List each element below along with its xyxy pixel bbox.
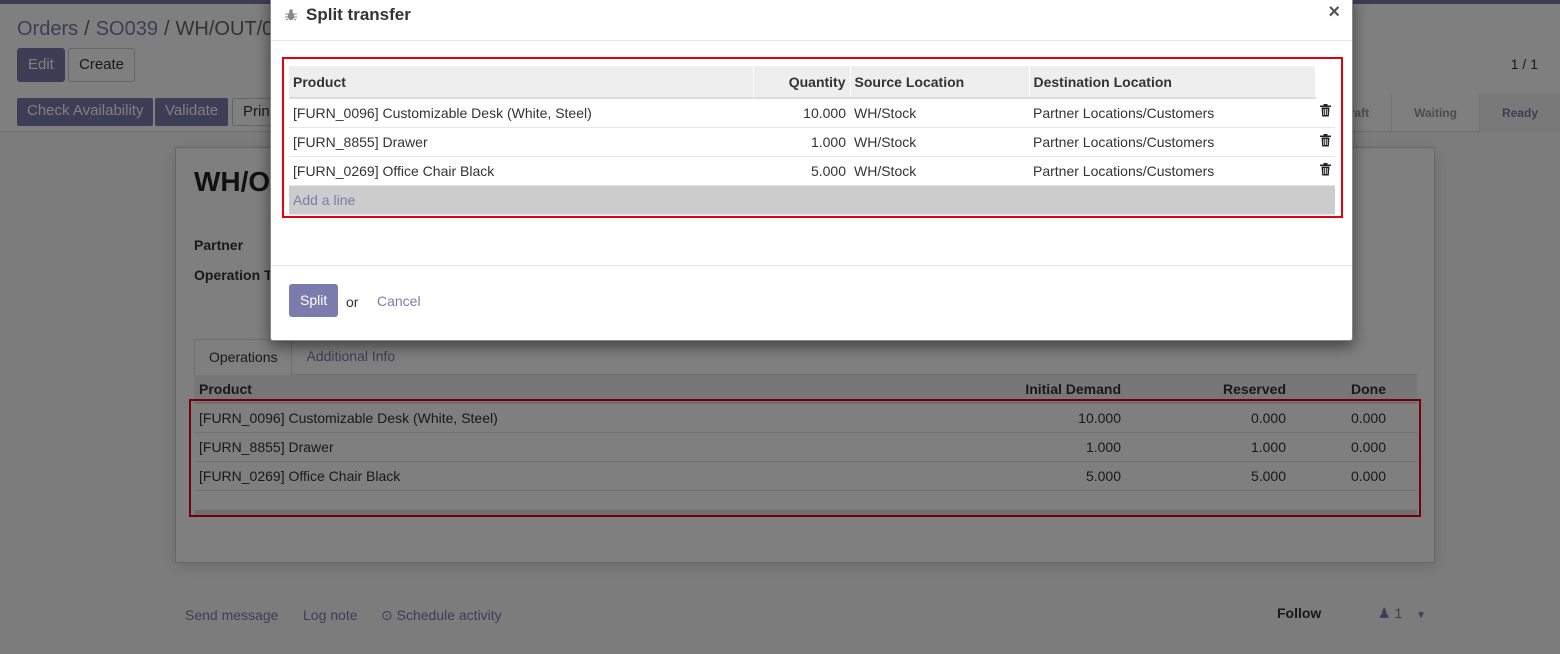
close-icon[interactable]: × bbox=[1328, 1, 1340, 24]
or-text: or bbox=[346, 294, 359, 310]
dialog-footer: Split or Cancel bbox=[271, 265, 1352, 341]
highlight-box-split-lines bbox=[282, 57, 1343, 218]
bug-icon[interactable] bbox=[284, 8, 298, 22]
dialog-title-text: Split transfer bbox=[306, 5, 411, 24]
split-button[interactable]: Split bbox=[289, 284, 339, 317]
dialog-header: Split transfer × bbox=[271, 0, 1352, 41]
dialog-title: Split transfer bbox=[284, 5, 411, 25]
cancel-button[interactable]: Cancel bbox=[377, 293, 421, 309]
